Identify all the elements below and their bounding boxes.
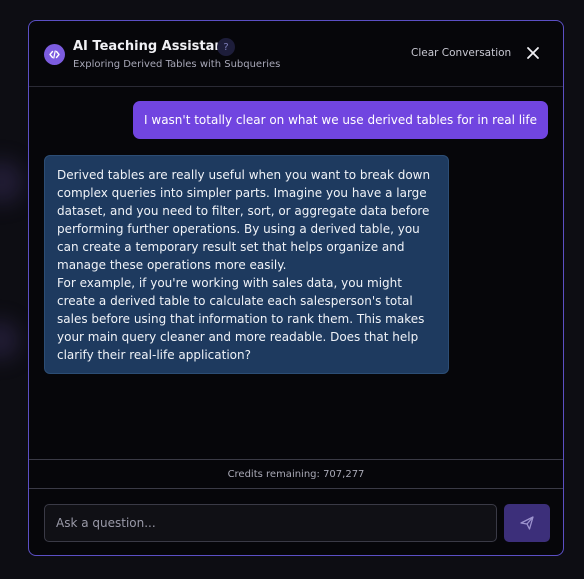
chat-header: AI Teaching Assistant ? Exploring Derive…	[29, 21, 563, 87]
message-list[interactable]: I wasn't totally clear on what we use de…	[29, 87, 563, 459]
credits-remaining: Credits remaining: 707,277	[29, 459, 563, 489]
send-icon	[520, 516, 534, 530]
background-glow	[0, 160, 24, 204]
assistant-chat-panel: AI Teaching Assistant ? Exploring Derive…	[28, 20, 564, 556]
user-message: I wasn't totally clear on what we use de…	[133, 101, 548, 139]
assistant-subtitle: Exploring Derived Tables with Subqueries	[73, 59, 281, 70]
assistant-message-paragraph: For example, if you're working with sale…	[57, 276, 425, 362]
question-input[interactable]	[44, 504, 497, 542]
assistant-title: AI Teaching Assistant	[73, 39, 230, 54]
clear-conversation-button[interactable]: Clear Conversation	[411, 47, 511, 59]
composer	[29, 489, 563, 555]
background-glow	[0, 320, 20, 360]
help-icon[interactable]: ?	[217, 38, 235, 56]
code-icon	[44, 44, 65, 65]
assistant-message-paragraph: Derived tables are really useful when yo…	[57, 168, 431, 272]
assistant-message: Derived tables are really useful when yo…	[44, 155, 449, 374]
close-icon[interactable]	[525, 45, 541, 61]
send-button[interactable]	[504, 504, 550, 542]
